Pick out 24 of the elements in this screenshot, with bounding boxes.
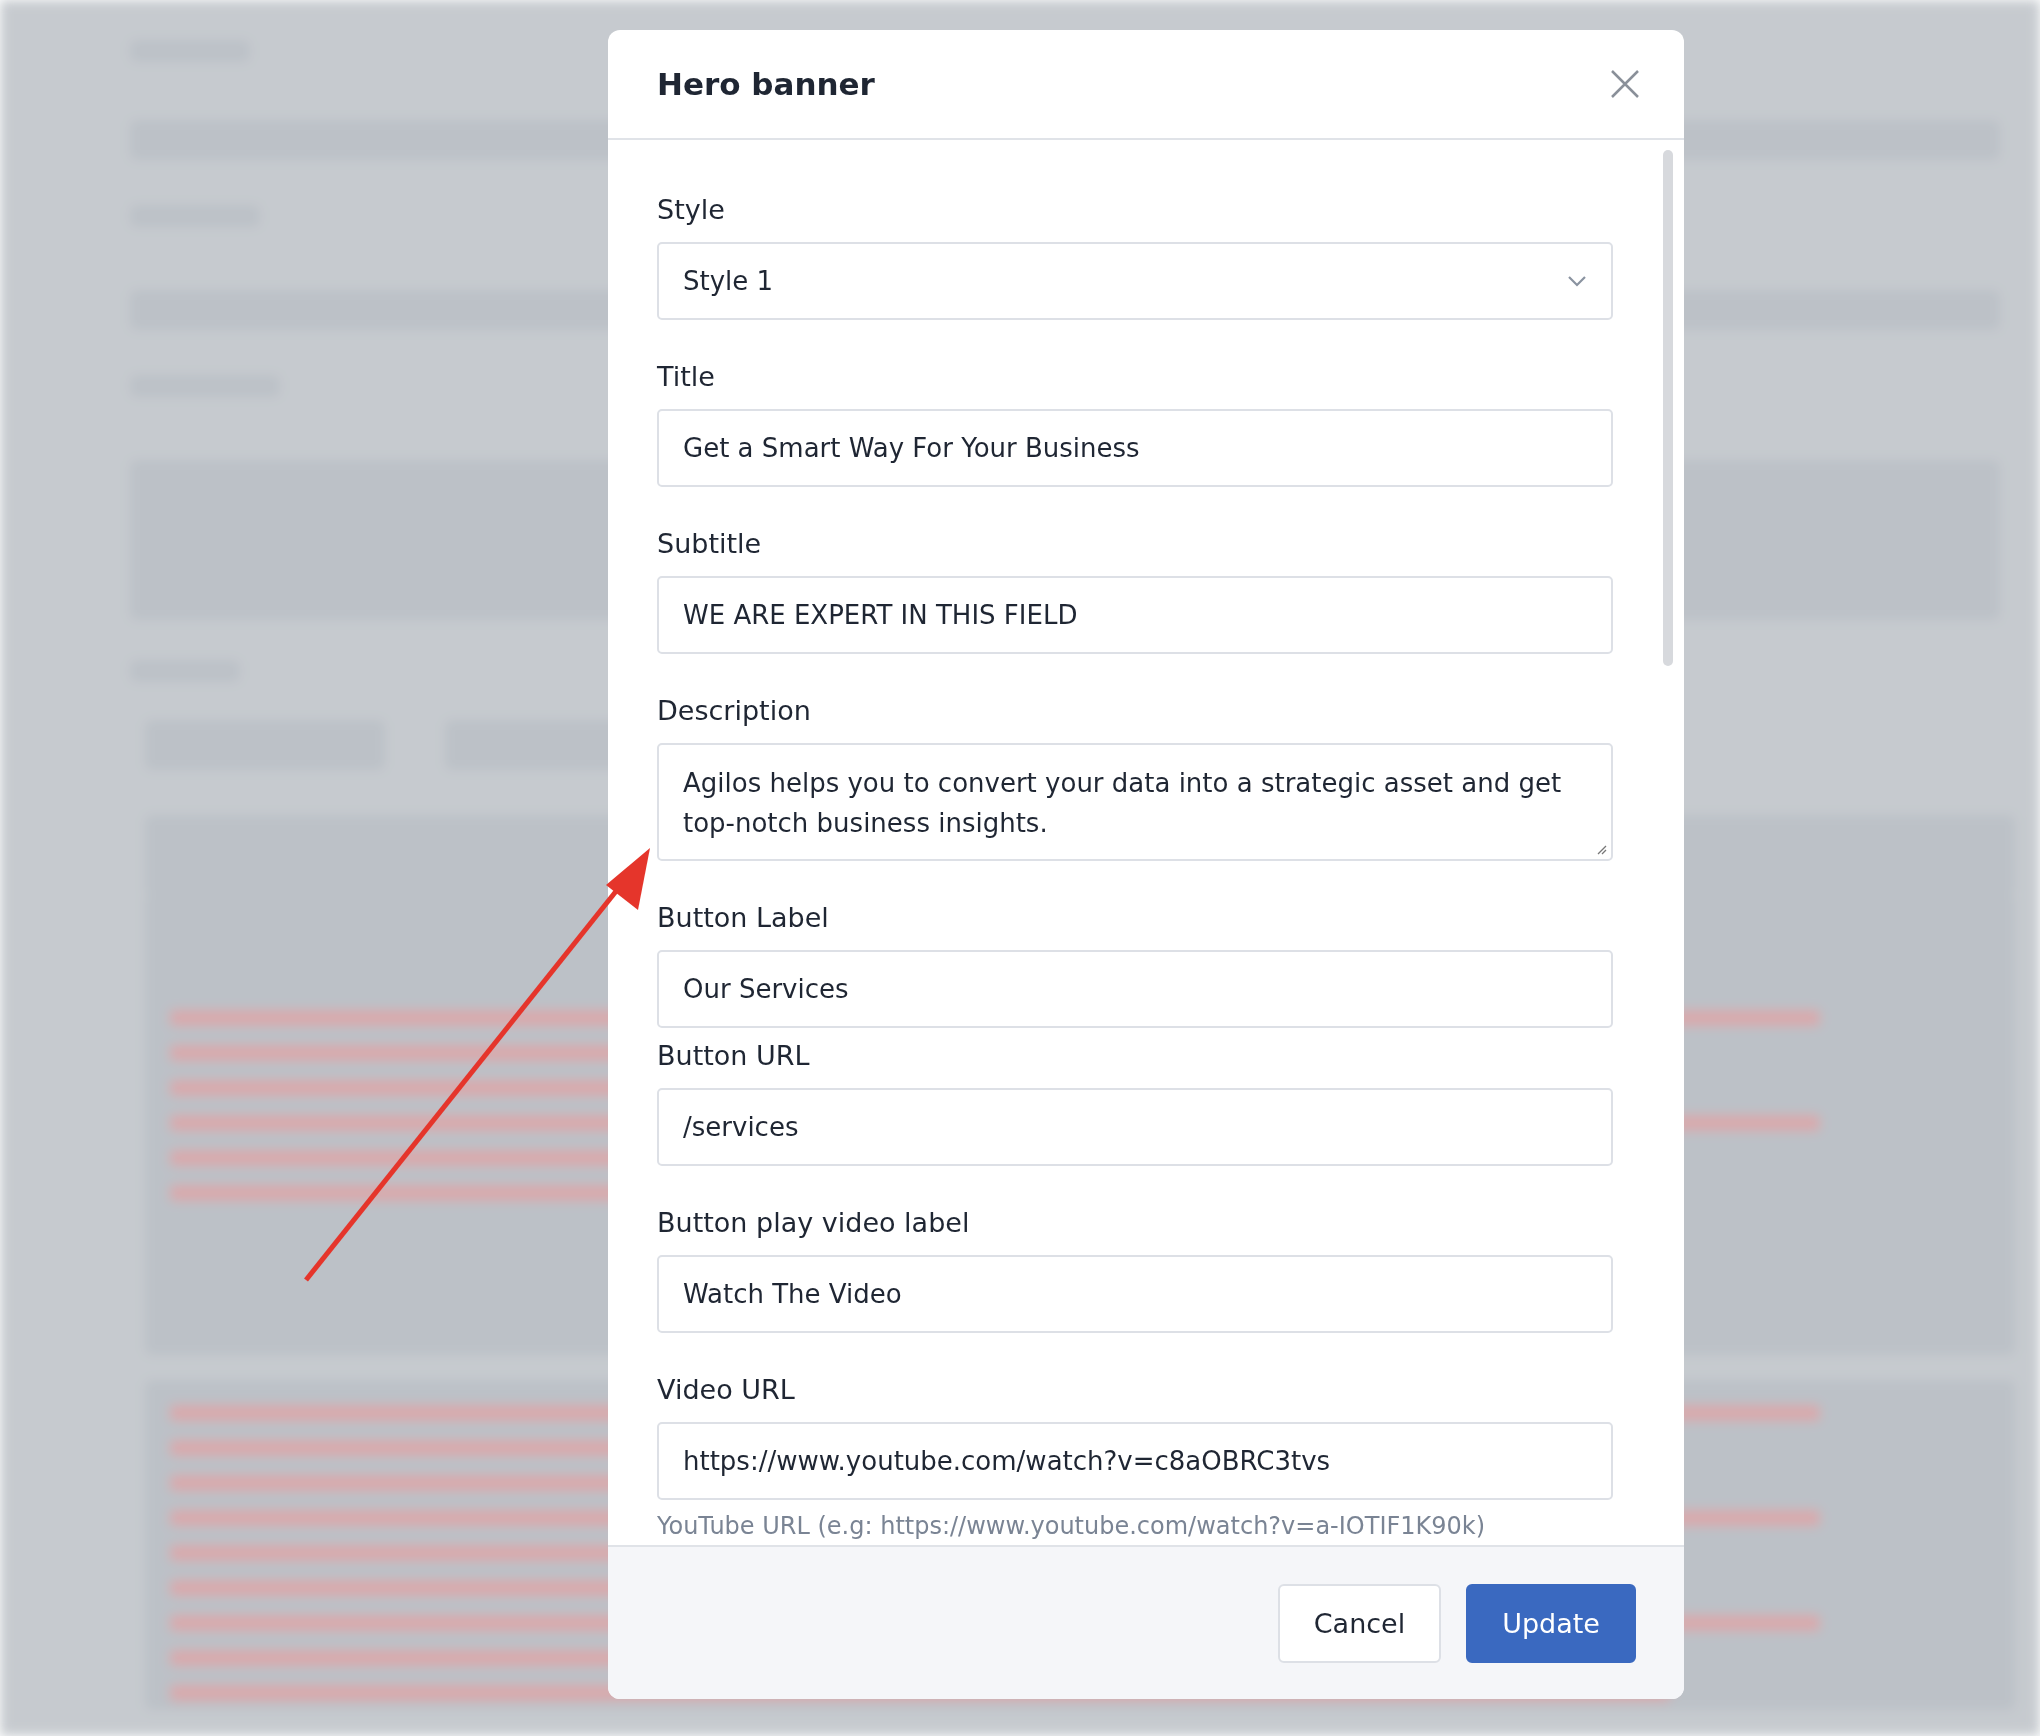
- field-label: Button URL: [657, 1039, 811, 1073]
- field-label: Title: [657, 360, 716, 394]
- scrollbar[interactable]: [1663, 150, 1673, 666]
- resize-handle-icon[interactable]: [1595, 843, 1607, 855]
- style-select[interactable]: Style 1: [657, 242, 1613, 320]
- input-field[interactable]: WE ARE EXPERT IN THIS FIELD: [657, 576, 1613, 654]
- field-label: Style: [657, 193, 726, 227]
- field-label: Subtitle: [657, 527, 763, 561]
- help-text: YouTube URL (e.g: https://www.youtube.com/watch?v=a-IOTIF1K90k): [657, 1512, 1487, 1540]
- cancel-button[interactable]: Cancel: [1277, 1583, 1442, 1663]
- input-field[interactable]: /services: [657, 1088, 1613, 1166]
- input-field[interactable]: Watch The Video: [657, 1255, 1613, 1333]
- description-textarea[interactable]: Agilos helps you to convert your data into a strategic asset and get top-notch business insights.: [657, 743, 1613, 861]
- chevron-down-icon: [1567, 275, 1587, 287]
- input-field[interactable]: Our Services: [657, 950, 1613, 1028]
- input-field[interactable]: Get a Smart Way For Your Business: [657, 409, 1613, 487]
- update-button[interactable]: Update: [1466, 1583, 1636, 1663]
- field-label: Video URL: [657, 1373, 796, 1407]
- close-icon[interactable]: [1610, 69, 1640, 99]
- input-field[interactable]: https://www.youtube.com/watch?v=c8aOBRC3tvs: [657, 1422, 1613, 1500]
- modal-title: Hero banner: [657, 66, 875, 102]
- field-label: Button Label: [657, 901, 830, 935]
- field-label: Button play video label: [657, 1206, 971, 1240]
- field-label: Description: [657, 694, 812, 728]
